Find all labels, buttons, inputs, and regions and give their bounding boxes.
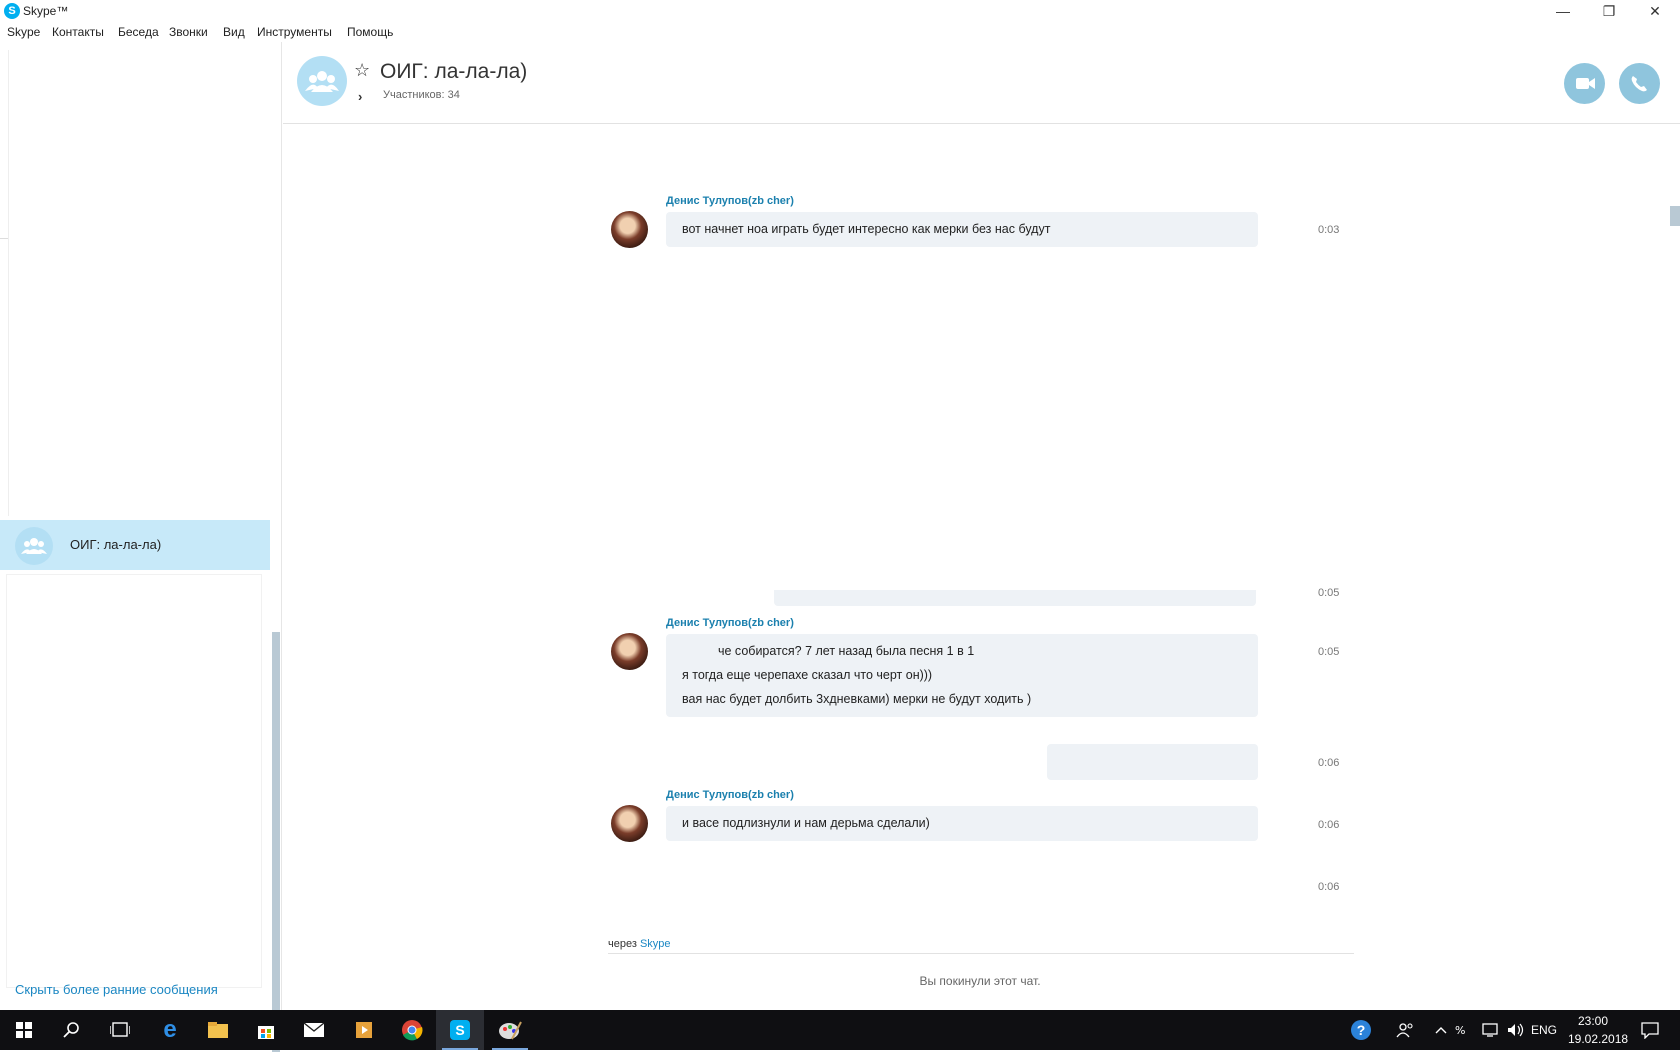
avatar[interactable]	[611, 633, 648, 670]
phone-icon	[1631, 76, 1647, 92]
message-text: и васе подлизнули и нам дерьма сделали)	[682, 816, 930, 830]
svg-text:%: %	[1455, 1024, 1465, 1037]
menu-help[interactable]: Помощь	[347, 25, 393, 39]
paint-icon[interactable]	[486, 1010, 534, 1050]
video-camera-icon	[1576, 78, 1595, 89]
help-icon[interactable]: ?	[1350, 1010, 1372, 1050]
people-icon[interactable]	[1396, 1010, 1414, 1050]
favorite-star-icon[interactable]: ☆	[354, 60, 370, 81]
menu-calls[interactable]: Звонки	[169, 25, 208, 39]
participants-count[interactable]: Участников: 34	[383, 89, 460, 101]
via-skype: через Skype	[608, 938, 671, 950]
message-bubble: че собиратся? 7 лет назад была песня 1 в…	[666, 634, 1258, 717]
contacts-area	[8, 50, 280, 516]
message-time: 0:03	[1318, 224, 1340, 236]
group-avatar-icon[interactable]	[297, 56, 347, 106]
chat-scrollbar[interactable]	[1670, 206, 1680, 226]
svg-text:?: ?	[1357, 1022, 1366, 1038]
menu-bar: Skype Контакты Беседа Звонки Вид Инструм…	[0, 22, 1680, 42]
message-sender[interactable]: Денис Тулупов(zb cher)	[666, 195, 794, 207]
divider	[0, 238, 8, 239]
chevron-right-icon[interactable]: ›	[358, 89, 362, 104]
sidebar-item-active-conversation[interactable]: ОИГ: ла-ла-ла)	[0, 520, 270, 570]
explorer-icon[interactable]	[194, 1010, 242, 1050]
clock-date[interactable]: 19.02.2018	[1568, 1032, 1628, 1046]
message-bubble	[1047, 744, 1258, 780]
message-text: вая нас будет долбить 3хдневками) мерки …	[682, 692, 1032, 706]
message-bubble: вот начнет ноа играть будет интересно ка…	[666, 212, 1258, 247]
avatar[interactable]	[611, 211, 648, 248]
message-text: че собиратся? 7 лет назад была песня 1 в…	[718, 644, 975, 658]
notifications-icon[interactable]	[1640, 1010, 1660, 1050]
message-time: 0:05	[1318, 646, 1340, 658]
message-time: 0:06	[1318, 881, 1340, 893]
skype-logo-icon: S	[4, 3, 20, 19]
message-bubble	[774, 590, 1256, 606]
message-time: 0:06	[1318, 819, 1340, 831]
message-sender[interactable]: Денис Тулупов(zb cher)	[666, 789, 794, 801]
volume-icon[interactable]	[1506, 1010, 1524, 1050]
menu-conversation[interactable]: Беседа	[118, 25, 159, 39]
title-bar: S Skype™ — ❐ ✕	[0, 0, 1680, 22]
close-button[interactable]: ✕	[1632, 0, 1678, 22]
skype-icon[interactable]: S	[436, 1010, 484, 1050]
via-text: через	[608, 938, 637, 950]
clock-time[interactable]: 23:00	[1578, 1014, 1608, 1028]
message-text: я тогда еще черепахе сказал что черт он)…	[682, 668, 933, 682]
restore-button[interactable]: ❐	[1586, 0, 1632, 22]
conversation-title: ОИГ: ла-ла-ла)	[380, 60, 528, 83]
message-time: 0:05	[1318, 587, 1340, 599]
menu-contacts[interactable]: Контакты	[52, 25, 104, 39]
divider	[608, 953, 1354, 954]
conversation-header: ☆ ОИГ: ла-ла-ла) › Участников: 34	[283, 42, 1680, 124]
sidebar: ОИГ: ла-ла-ла) Скрыть более ранние сообщ…	[0, 42, 282, 1052]
sidebar-scrollbar[interactable]	[272, 632, 280, 1052]
chevron-up-icon[interactable]	[1434, 1010, 1448, 1050]
menu-tools[interactable]: Инструменты	[257, 25, 332, 39]
menu-skype[interactable]: Skype	[7, 25, 40, 39]
edge-icon[interactable]: e	[146, 1010, 194, 1050]
skype-link[interactable]: Skype	[640, 938, 671, 950]
group-avatar-icon	[15, 527, 53, 565]
mail-icon[interactable]	[290, 1010, 338, 1050]
window-title: Skype™	[23, 4, 69, 18]
search-icon[interactable]	[48, 1010, 96, 1050]
language-indicator[interactable]: ENG	[1531, 1010, 1557, 1050]
minimize-button[interactable]: —	[1540, 0, 1586, 22]
message-bubble: и васе подлизнули и нам дерьма сделали)	[666, 806, 1258, 841]
input-method-icon[interactable]: %	[1454, 1010, 1470, 1050]
store-icon[interactable]	[242, 1010, 290, 1050]
task-view-icon[interactable]	[96, 1010, 144, 1050]
recent-list	[6, 574, 262, 988]
message-sender[interactable]: Денис Тулупов(zb cher)	[666, 617, 794, 629]
left-chat-notice: Вы покинули этот чат.	[919, 974, 1041, 988]
message-time: 0:06	[1318, 757, 1340, 769]
network-icon[interactable]	[1482, 1010, 1500, 1050]
svg-text:S: S	[455, 1022, 464, 1038]
menu-view[interactable]: Вид	[223, 25, 245, 39]
media-icon[interactable]	[340, 1010, 388, 1050]
conversation-label: ОИГ: ла-ла-ла)	[70, 537, 162, 552]
windows-icon[interactable]	[0, 1010, 48, 1050]
message-text: вот начнет ноа играть будет интересно ка…	[682, 222, 1051, 236]
chrome-icon[interactable]	[388, 1010, 436, 1050]
taskbar: e S ? % ENG 23:00 19.02.2018	[0, 1010, 1680, 1050]
audio-call-button[interactable]	[1619, 63, 1660, 104]
video-call-button[interactable]	[1564, 63, 1605, 104]
avatar[interactable]	[611, 805, 648, 842]
